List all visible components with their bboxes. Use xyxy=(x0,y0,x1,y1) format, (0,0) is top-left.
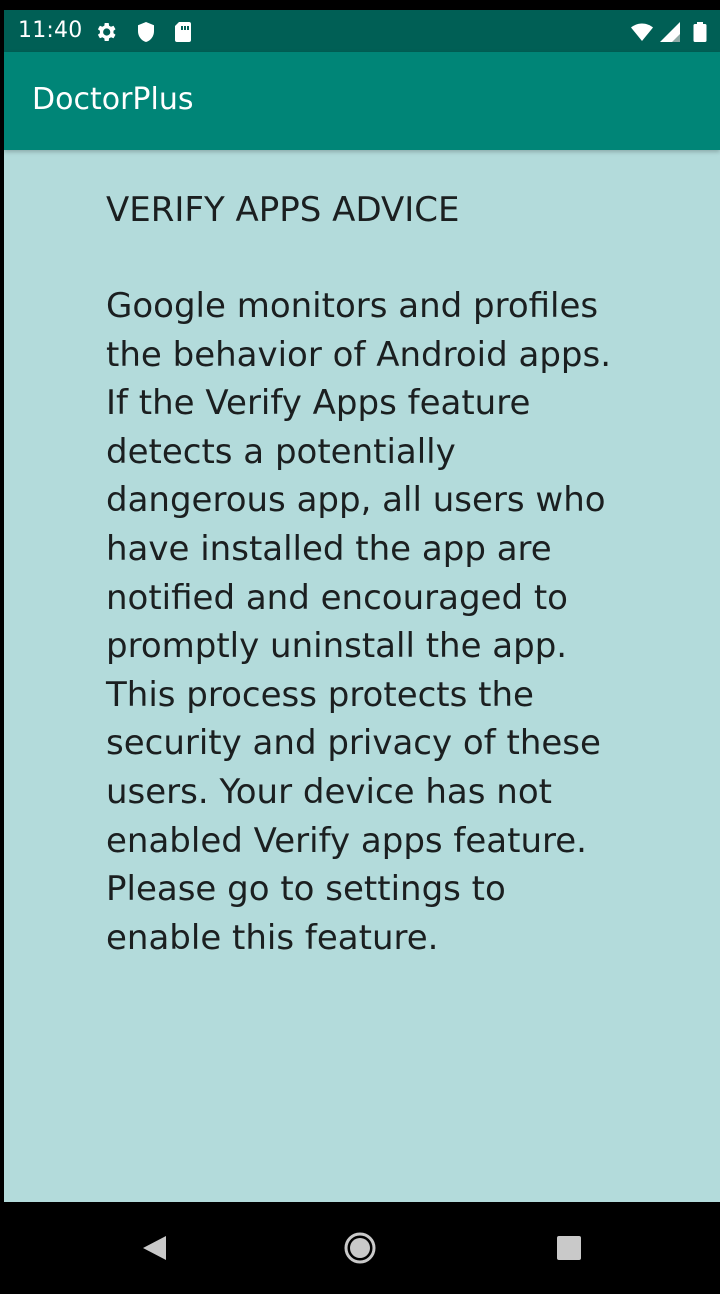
sd-card-icon xyxy=(172,20,196,44)
settings-gear-icon xyxy=(94,20,118,44)
cellular-signal-icon xyxy=(658,20,682,44)
status-time: 11:40 xyxy=(18,18,83,43)
app-bar: DoctorPlus xyxy=(4,52,720,150)
navigation-bar xyxy=(0,1202,720,1294)
recents-icon xyxy=(541,1220,597,1276)
home-button[interactable] xyxy=(332,1220,388,1276)
back-icon xyxy=(126,1220,182,1276)
home-icon xyxy=(332,1220,388,1276)
shield-icon xyxy=(134,20,158,44)
back-button[interactable] xyxy=(126,1220,182,1276)
app-title: DoctorPlus xyxy=(32,82,194,117)
status-bar: 11:40 xyxy=(4,10,720,52)
recents-button[interactable] xyxy=(541,1220,597,1276)
wifi-icon xyxy=(630,20,654,44)
app-screen: 11:40 DoctorPlus VERIFY APPS ADVICE Goog… xyxy=(4,10,720,1202)
advice-heading: VERIFY APPS ADVICE xyxy=(106,190,460,230)
battery-icon xyxy=(688,20,712,44)
advice-message: Google monitors and profiles the behavio… xyxy=(106,286,612,958)
verify-apps-advice: VERIFY APPS ADVICE Google monitors and p… xyxy=(106,186,626,962)
